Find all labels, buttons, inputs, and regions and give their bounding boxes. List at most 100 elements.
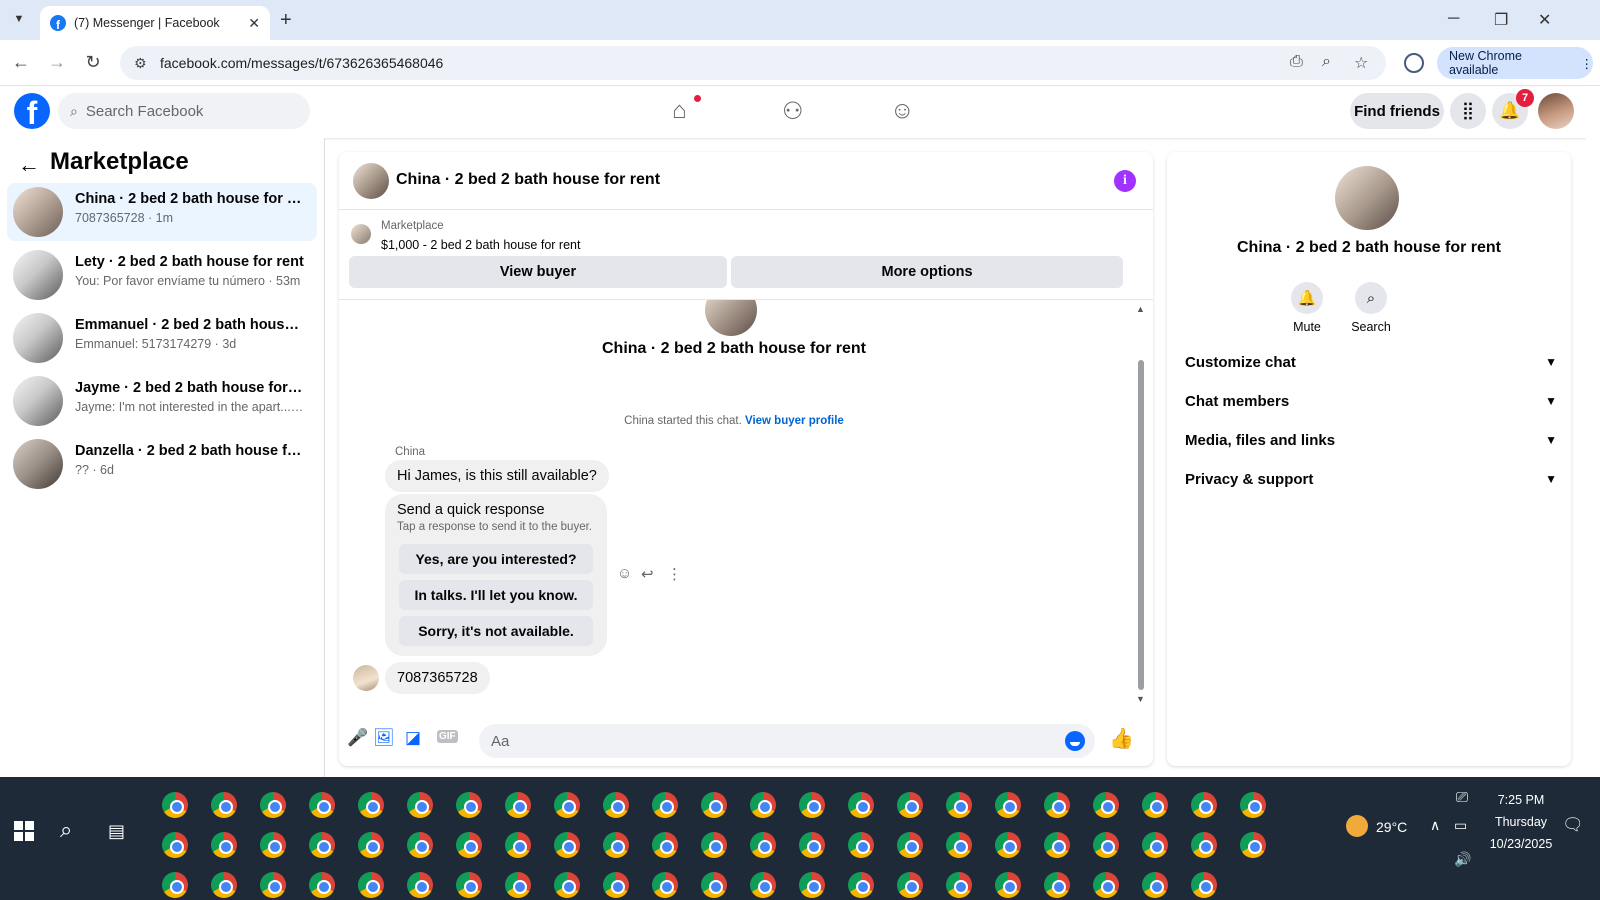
- more-actions-icon[interactable]: ⋮: [667, 565, 682, 583]
- taskbar-app-icon[interactable]: [1191, 792, 1217, 818]
- info-icon[interactable]: i: [1114, 170, 1136, 192]
- taskbar-search-icon[interactable]: ⌕: [60, 817, 72, 843]
- chat-avatar[interactable]: [353, 163, 389, 199]
- forward-arrow-icon[interactable]: →: [46, 52, 68, 73]
- more-options-button[interactable]: More options: [731, 256, 1123, 288]
- message-bubble[interactable]: Hi James, is this still available?: [385, 460, 609, 492]
- taskbar-app-icon[interactable]: [1142, 832, 1168, 858]
- taskbar-app-icon[interactable]: [211, 872, 237, 898]
- weather-temperature[interactable]: 29°C: [1376, 819, 1407, 835]
- taskbar-app-icon[interactable]: [554, 792, 580, 818]
- task-view-icon[interactable]: ▤: [108, 821, 125, 842]
- taskbar-app-icon[interactable]: [456, 872, 482, 898]
- taskbar-app-icon[interactable]: [799, 832, 825, 858]
- taskbar-app-icon[interactable]: [358, 832, 384, 858]
- taskbar-app-icon[interactable]: [162, 792, 188, 818]
- bookmark-star-icon[interactable]: ☆: [1354, 53, 1368, 73]
- taskbar-app-icon[interactable]: [848, 832, 874, 858]
- browser-tab-messenger[interactable]: f (7) Messenger | Facebook ✕: [40, 6, 270, 40]
- taskbar-app-icon[interactable]: [456, 832, 482, 858]
- taskbar-app-icon[interactable]: [799, 792, 825, 818]
- taskbar-app-icon[interactable]: [848, 872, 874, 898]
- clock-day[interactable]: Thursday: [1486, 815, 1556, 829]
- volume-icon[interactable]: 🔊: [1454, 851, 1471, 868]
- profile-icon[interactable]: [1404, 53, 1424, 73]
- maximize-window-icon[interactable]: ❐: [1494, 10, 1508, 30]
- taskbar-app-icon[interactable]: [652, 872, 678, 898]
- taskbar-app-icon[interactable]: [407, 832, 433, 858]
- taskbar-app-icon[interactable]: [211, 792, 237, 818]
- taskbar-app-icon[interactable]: [1044, 832, 1070, 858]
- taskbar-app-icon[interactable]: [897, 792, 923, 818]
- taskbar-app-icon[interactable]: [505, 792, 531, 818]
- taskbar-app-icon[interactable]: [1142, 792, 1168, 818]
- taskbar-app-icon[interactable]: [1240, 792, 1266, 818]
- taskbar-app-icon[interactable]: [211, 832, 237, 858]
- taskbar-app-icon[interactable]: [456, 792, 482, 818]
- react-emoji-icon[interactable]: ☺: [617, 565, 632, 582]
- taskbar-app-icon[interactable]: [946, 792, 972, 818]
- network-icon[interactable]: ▭: [1454, 817, 1467, 834]
- clock-time[interactable]: 7:25 PM: [1486, 793, 1556, 807]
- sticker-icon[interactable]: ◪: [405, 728, 421, 748]
- back-arrow-icon[interactable]: ←: [10, 52, 32, 73]
- attach-photo-icon[interactable]: 🖼: [373, 728, 395, 748]
- taskbar-app-icon[interactable]: [1191, 872, 1217, 898]
- url-text[interactable]: facebook.com/messages/t/673626365468046: [160, 55, 443, 71]
- find-friends-button[interactable]: Find friends: [1350, 93, 1444, 129]
- taskbar-app-icon[interactable]: [1044, 792, 1070, 818]
- taskbar-app-icon[interactable]: [995, 832, 1021, 858]
- facebook-logo-icon[interactable]: f: [14, 93, 50, 129]
- conversation-item[interactable]: China · 2 bed 2 bath house for rent 7087…: [7, 183, 317, 241]
- chat-members-section[interactable]: Chat members ▼: [1179, 383, 1563, 419]
- reload-icon[interactable]: ↻: [82, 52, 104, 73]
- taskbar-app-icon[interactable]: [309, 832, 335, 858]
- quick-response-button[interactable]: In talks. I'll let you know.: [399, 580, 593, 610]
- taskbar-app-icon[interactable]: [260, 832, 286, 858]
- thumbs-up-icon[interactable]: 👍: [1109, 726, 1134, 751]
- view-buyer-profile-link[interactable]: View buyer profile: [745, 415, 844, 427]
- new-chrome-available-button[interactable]: New Chrome available ⋮: [1437, 47, 1593, 79]
- taskbar-app-icon[interactable]: [1093, 872, 1119, 898]
- taskbar-app-icon[interactable]: [505, 832, 531, 858]
- taskbar-app-icon[interactable]: [358, 872, 384, 898]
- meet-now-icon[interactable]: ⎚: [1456, 789, 1468, 806]
- taskbar-app-icon[interactable]: [1093, 832, 1119, 858]
- taskbar-app-icon[interactable]: [946, 872, 972, 898]
- back-arrow-icon[interactable]: ←: [18, 152, 40, 178]
- taskbar-app-icon[interactable]: [652, 792, 678, 818]
- minimize-window-icon[interactable]: ─: [1448, 10, 1459, 28]
- message-input-box[interactable]: [479, 724, 1095, 758]
- mute-action[interactable]: 🔔 Mute: [1277, 282, 1337, 334]
- close-window-icon[interactable]: ✕: [1538, 10, 1551, 30]
- customize-chat-section[interactable]: Customize chat ▼: [1179, 344, 1563, 380]
- taskbar-app-icon[interactable]: [652, 832, 678, 858]
- taskbar-app-icon[interactable]: [162, 872, 188, 898]
- gif-icon[interactable]: GIF: [437, 730, 458, 743]
- privacy-support-section[interactable]: Privacy & support ▼: [1179, 461, 1563, 497]
- conversation-item[interactable]: Lety · 2 bed 2 bath house for rent You: …: [7, 246, 317, 304]
- conversation-item[interactable]: Emmanuel · 2 bed 2 bath house for rent E…: [7, 309, 317, 367]
- taskbar-app-icon[interactable]: [162, 832, 188, 858]
- install-app-icon[interactable]: ⎙: [1290, 53, 1303, 71]
- home-icon[interactable]: ⌂: [672, 97, 687, 125]
- message-input[interactable]: [491, 732, 1051, 750]
- chat-title[interactable]: China · 2 bed 2 bath house for rent: [396, 171, 660, 189]
- message-scrollbar[interactable]: ▲ ▼: [1135, 304, 1147, 708]
- taskbar-app-icon[interactable]: [358, 792, 384, 818]
- taskbar-app-icon[interactable]: [260, 872, 286, 898]
- facebook-search-box[interactable]: ⌕: [58, 93, 310, 129]
- account-avatar[interactable]: [1538, 93, 1574, 129]
- taskbar-app-icon[interactable]: [750, 792, 776, 818]
- tab-search-button[interactable]: ▼: [8, 8, 30, 30]
- taskbar-app-icon[interactable]: [603, 792, 629, 818]
- taskbar-app-icon[interactable]: [1044, 872, 1070, 898]
- taskbar-app-icon[interactable]: [1093, 792, 1119, 818]
- taskbar-app-icon[interactable]: [309, 872, 335, 898]
- taskbar-app-icon[interactable]: [750, 872, 776, 898]
- scrollbar-thumb[interactable]: [1138, 360, 1144, 690]
- emoji-icon[interactable]: [1065, 731, 1085, 751]
- taskbar-app-icon[interactable]: [897, 832, 923, 858]
- search-icon[interactable]: ⌕: [1355, 282, 1387, 314]
- zoom-icon[interactable]: ⌕: [1322, 53, 1331, 71]
